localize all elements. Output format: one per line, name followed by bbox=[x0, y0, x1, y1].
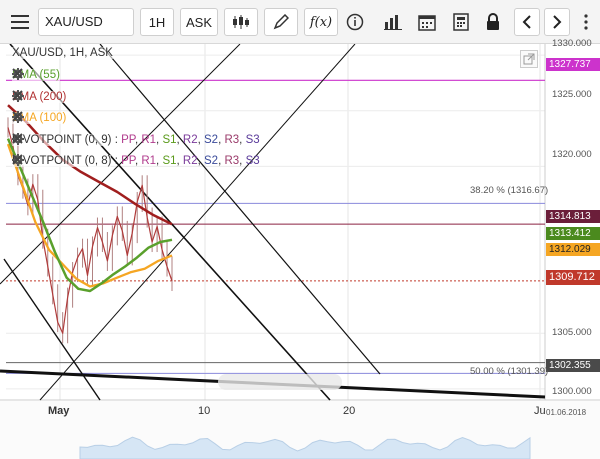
symbol-input[interactable]: XAU/USD bbox=[38, 8, 134, 36]
y-tick-label: 1305.000 bbox=[552, 327, 592, 338]
pivot1-r3: R3 bbox=[224, 134, 240, 146]
legend-pivot-2[interactable]: PIVOTPOINT (0, 8) : PP, R1, S1, R2, S2, … bbox=[12, 154, 278, 168]
hamburger-menu-icon[interactable] bbox=[6, 8, 34, 36]
legend-pivot-1[interactable]: PIVOTPOINT (0, 9) : PP, R1, S1, R2, S2, … bbox=[12, 133, 278, 147]
chart-canvas[interactable] bbox=[0, 44, 600, 459]
price-tag-current: 1309.712 bbox=[546, 270, 600, 285]
fib-38-label: 38.20 % (1316.67) bbox=[470, 185, 549, 196]
legend-sma200[interactable]: SMA (200) bbox=[12, 90, 85, 104]
indicators-button[interactable]: f(x) bbox=[304, 8, 338, 36]
chart-toolbar: XAU/USD 1H ASK f(x) bbox=[0, 0, 600, 44]
price-tag-bottom: 1302.355 bbox=[546, 359, 600, 372]
bar-chart-icon[interactable] bbox=[378, 8, 408, 36]
x-tick-label: 10 bbox=[198, 405, 211, 417]
pivot1-sep: : bbox=[114, 134, 118, 146]
calculator-icon[interactable] bbox=[446, 8, 476, 36]
chart-title: XAU/USD, 1H, ASK bbox=[12, 46, 113, 60]
popout-icon[interactable] bbox=[520, 50, 538, 68]
more-options-icon[interactable] bbox=[574, 8, 598, 36]
date-stamp: 01.06.2018 bbox=[546, 408, 587, 417]
timeframe-button[interactable]: 1H bbox=[140, 8, 174, 36]
pivot2-s2: S2 bbox=[204, 155, 219, 167]
pivot1-r1: R1 bbox=[141, 134, 157, 146]
pivot1-r2: R2 bbox=[182, 134, 198, 146]
price-chart[interactable]: XAU/USD, 1H, ASK SMA (55) SMA (200) SMA … bbox=[0, 38, 600, 459]
pivot1-name: PIVOTPOINT (0, 9) bbox=[12, 134, 112, 146]
x-tick-label: May bbox=[48, 405, 70, 417]
pivot2-r2: R2 bbox=[182, 155, 198, 167]
price-side-button[interactable]: ASK bbox=[180, 8, 218, 36]
x-tick-label: Ju bbox=[534, 405, 546, 417]
pivot1-s1: S1 bbox=[162, 134, 177, 146]
pivot1-s3: S3 bbox=[245, 134, 260, 146]
y-tick-label: 1330.000 bbox=[552, 38, 592, 49]
x-tick-label: 20 bbox=[343, 405, 356, 417]
price-tag-magenta: 1327.737 bbox=[546, 58, 600, 71]
pivot2-sep: : bbox=[114, 155, 118, 167]
pivot2-r3: R3 bbox=[224, 155, 240, 167]
chevron-left-icon[interactable] bbox=[514, 8, 540, 36]
pivot2-r1: R1 bbox=[141, 155, 157, 167]
y-tick-label: 1300.000 bbox=[552, 386, 592, 397]
pivot1-s2: S2 bbox=[204, 134, 219, 146]
pivot2-s1: S1 bbox=[162, 155, 177, 167]
y-tick-label: 1320.000 bbox=[552, 149, 592, 160]
pivot2-pp: PP bbox=[121, 155, 135, 167]
price-tag-sma100: 1312.029 bbox=[546, 243, 600, 256]
info-icon[interactable] bbox=[338, 8, 372, 36]
candlestick-icon[interactable] bbox=[224, 8, 258, 36]
chevron-right-icon[interactable] bbox=[544, 8, 570, 36]
legend-sma55[interactable]: SMA (55) bbox=[12, 68, 78, 82]
fib-50-label: 50.00 % (1301.39) bbox=[470, 366, 549, 377]
chart-title-text: XAU/USD, 1H, ASK bbox=[12, 47, 113, 59]
pivot1-pp: PP bbox=[121, 134, 135, 146]
pivot2-s3: S3 bbox=[245, 155, 260, 167]
lock-icon[interactable] bbox=[478, 8, 508, 36]
calendar-icon[interactable] bbox=[412, 8, 442, 36]
price-tag-sma55: 1313.412 bbox=[546, 227, 600, 240]
price-tag-sma200: 1314.813 bbox=[546, 210, 600, 223]
pencil-icon[interactable] bbox=[264, 8, 298, 36]
zoom-controls bbox=[218, 374, 342, 390]
y-tick-label: 1325.000 bbox=[552, 89, 592, 100]
pivot2-name: PIVOTPOINT (0, 8) bbox=[12, 155, 112, 167]
legend-sma100[interactable]: SMA (100) bbox=[12, 111, 85, 125]
